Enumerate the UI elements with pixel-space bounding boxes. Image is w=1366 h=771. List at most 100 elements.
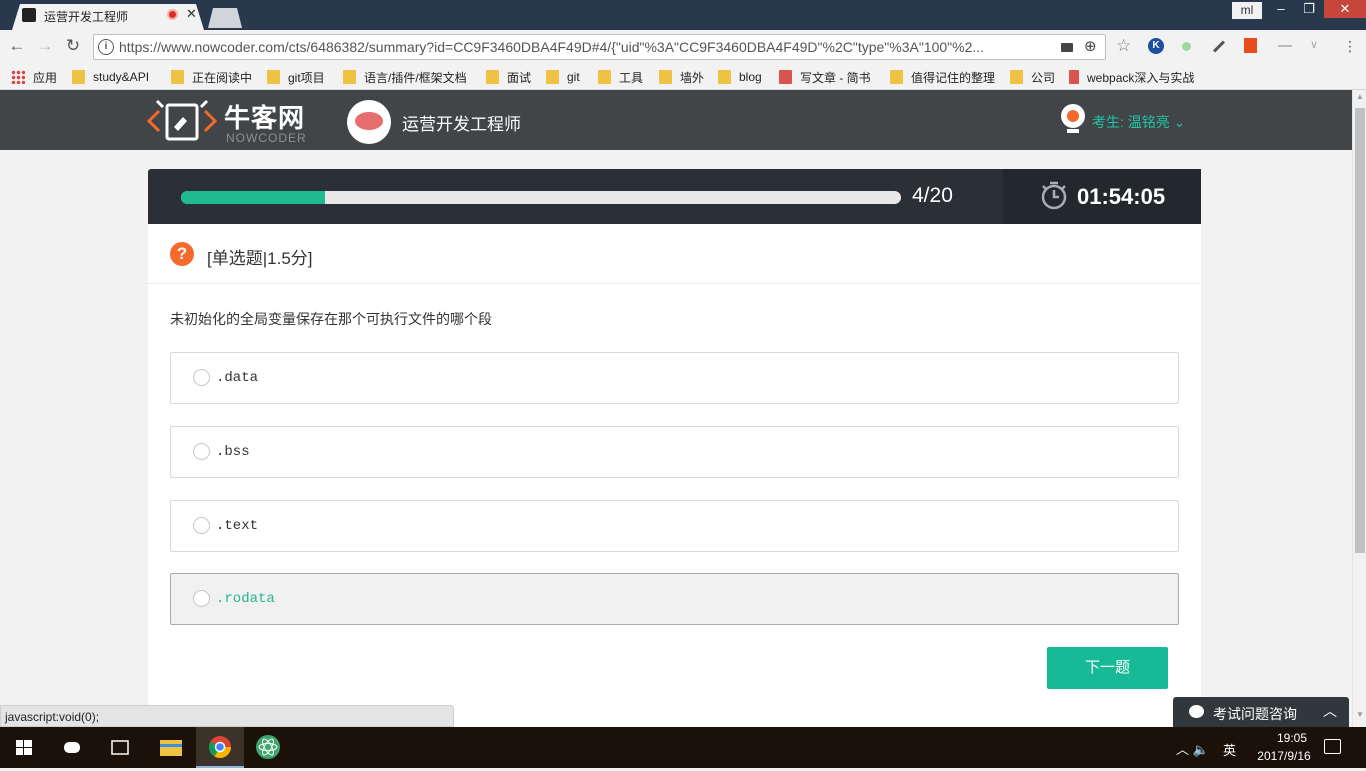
bookmark-item[interactable]: 墙外 xyxy=(659,68,704,86)
option-1[interactable]: .bss xyxy=(170,426,1179,478)
scroll-up-icon[interactable]: ▲ xyxy=(1353,92,1366,106)
bookmark-item[interactable]: 面试 xyxy=(486,68,531,86)
cortana-icon[interactable] xyxy=(48,727,96,768)
folder-icon xyxy=(1010,70,1023,84)
folder-icon xyxy=(890,70,903,84)
ime-indicator[interactable]: 英 xyxy=(1223,740,1236,759)
bookmark-item[interactable]: git xyxy=(546,68,580,86)
chevron-down-icon: ⌄ xyxy=(1173,114,1186,130)
tab-title: 运营开发工程师 xyxy=(44,10,129,24)
status-text: javascript:void(0); xyxy=(5,710,100,724)
site-favicon xyxy=(22,8,36,22)
tray-icons[interactable]: ︿ 🔈 xyxy=(1176,739,1209,758)
notification-icon[interactable] xyxy=(1324,739,1341,754)
new-tab-button[interactable] xyxy=(208,8,242,28)
folder-icon xyxy=(598,70,611,84)
profile-button[interactable]: ml xyxy=(1232,2,1262,19)
radio-button[interactable] xyxy=(193,590,210,607)
radio-button[interactable] xyxy=(193,517,210,534)
folder-icon xyxy=(718,70,731,84)
radio-button[interactable] xyxy=(193,369,210,386)
bookmark-item[interactable]: blog xyxy=(718,68,762,86)
next-question-button[interactable]: 下一题 xyxy=(1047,647,1168,689)
menu-icon[interactable]: ⋮ xyxy=(1342,38,1358,54)
restore-icon[interactable]: ❐ xyxy=(1296,0,1322,18)
clock-date[interactable]: 2017/9/16 xyxy=(1245,749,1323,763)
bookmark-item[interactable]: 正在阅读中 xyxy=(171,68,252,86)
timer-text: 01:54:05 xyxy=(1077,184,1166,209)
office-icon[interactable] xyxy=(1244,38,1257,53)
chevron-up-icon[interactable]: ︿ xyxy=(1323,701,1337,721)
folder-icon xyxy=(659,70,672,84)
scroll-down-icon[interactable]: ▼ xyxy=(1353,710,1366,724)
folder-icon xyxy=(171,70,184,84)
consult-label: 考试问题咨询 xyxy=(1213,706,1297,722)
question-type: [单选题|1.5分] xyxy=(207,249,313,268)
progress-fill xyxy=(181,191,325,204)
forward-icon[interactable]: → xyxy=(33,35,57,57)
candidate-menu[interactable]: 考生: 温铭亮 ⌄ xyxy=(1092,112,1185,132)
folder-icon xyxy=(72,70,85,84)
page-scrollbar[interactable]: ▲ ▼ xyxy=(1352,90,1366,727)
folder-icon xyxy=(267,70,280,84)
bookmarks-bar: 应用 study&API 正在阅读中 git项目 语言/插件/框架文档 面试 g… xyxy=(0,63,1366,90)
option-label: .data xyxy=(216,370,259,386)
reload-icon[interactable]: ↻ xyxy=(61,35,85,57)
address-bar[interactable]: i https://www.nowcoder.com/cts/6486382/s… xyxy=(93,34,1106,60)
taskbar xyxy=(0,727,1366,768)
logo-subtext: NOWCODER xyxy=(226,131,307,145)
bookmark-item[interactable]: webpack深入与实战 xyxy=(1069,68,1201,86)
option-label: .rodata xyxy=(216,591,275,607)
bookmark-item[interactable]: study&API xyxy=(72,68,149,86)
status-bubble: javascript:void(0); xyxy=(0,705,454,727)
back-icon[interactable]: ← xyxy=(5,35,29,57)
extension-dot-icon[interactable] xyxy=(1182,42,1191,51)
recording-icon xyxy=(167,9,178,20)
folder-icon xyxy=(546,70,559,84)
start-icon[interactable] xyxy=(0,727,48,768)
bookmark-item[interactable]: 工具 xyxy=(598,68,643,86)
clock-time[interactable]: 19:05 xyxy=(1262,731,1322,745)
scroll-thumb[interactable] xyxy=(1355,108,1365,553)
bookmark-item[interactable]: 写文章 - 简书 xyxy=(779,68,871,86)
progress-bar xyxy=(181,191,901,204)
extension-bar-icon[interactable] xyxy=(1278,45,1292,47)
star-icon[interactable]: ☆ xyxy=(1116,36,1132,55)
bookmark-item[interactable]: 值得记住的整理 xyxy=(890,68,995,86)
option-0[interactable]: .data xyxy=(170,352,1179,404)
atom-icon[interactable] xyxy=(244,727,292,768)
extension-k-icon[interactable]: K xyxy=(1148,38,1164,54)
url-text: https://www.nowcoder.com/cts/6486382/sum… xyxy=(119,39,985,55)
bookmark-item[interactable]: 语言/插件/框架文档 xyxy=(343,68,467,86)
apps-icon xyxy=(11,70,25,84)
bookmark-apps[interactable]: 应用 xyxy=(11,68,57,86)
zoom-icon[interactable]: ⊕ xyxy=(1084,37,1097,55)
tab-strip xyxy=(0,0,1366,30)
question-mark-icon: ? xyxy=(170,242,194,266)
jianshu-icon xyxy=(779,70,792,84)
chrome-icon[interactable] xyxy=(196,727,244,768)
bookmark-item[interactable]: 公司 xyxy=(1010,68,1055,86)
camera-icon[interactable] xyxy=(1061,43,1073,52)
extension-chevron-icon[interactable]: ∨ xyxy=(1310,38,1326,54)
question-text: 未初始化的全局变量保存在那个可执行文件的哪个段 xyxy=(170,311,492,327)
option-label: .bss xyxy=(216,444,250,460)
radio-button[interactable] xyxy=(193,443,210,460)
progress-counter: 4/20 xyxy=(912,184,953,207)
option-label: .text xyxy=(216,518,259,534)
option-3[interactable]: .rodata xyxy=(170,573,1179,625)
task-view-icon[interactable] xyxy=(96,727,144,768)
nowcoder-logo-icon[interactable] xyxy=(147,97,217,143)
option-2[interactable]: .text xyxy=(170,500,1179,552)
bookmark-item[interactable]: git项目 xyxy=(267,68,325,86)
minimize-icon[interactable]: – xyxy=(1268,0,1294,18)
logo-text: 牛客网 xyxy=(224,103,306,133)
webcam-icon xyxy=(1061,104,1085,133)
info-icon[interactable]: i xyxy=(98,39,114,55)
folder-icon xyxy=(343,70,356,84)
window-close-icon[interactable]: ✕ xyxy=(1324,0,1366,18)
close-tab-icon[interactable]: ✕ xyxy=(186,6,197,22)
chat-icon xyxy=(1189,705,1204,718)
file-explorer-icon[interactable] xyxy=(147,727,195,768)
consult-widget[interactable]: 考试问题咨询 ︿ xyxy=(1173,697,1349,727)
